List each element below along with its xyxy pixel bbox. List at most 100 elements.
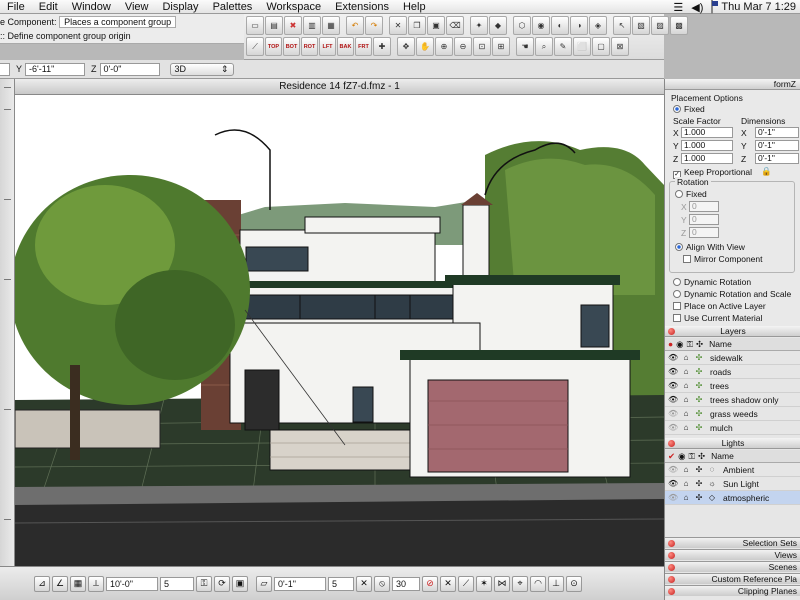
refresh-icon[interactable]: ⟳ — [214, 575, 230, 592]
tool-handle[interactable] — [4, 87, 11, 88]
menu-display[interactable]: Display — [155, 0, 205, 14]
rotation-fixed-radio[interactable]: Fixed — [675, 189, 707, 199]
eye-icon[interactable]: 👁 — [668, 381, 678, 390]
view-front-button[interactable]: FRT — [355, 37, 372, 56]
custom-reference-palette[interactable]: Custom Reference Pla — [665, 573, 800, 584]
menubar-clock[interactable]: Thu Mar 7 1:29 — [721, 1, 796, 13]
zoom-window-icon[interactable]: ⊡ — [473, 37, 491, 56]
eye-icon[interactable]: 👁 — [668, 367, 678, 376]
render-sky-icon[interactable]: ◈ — [589, 16, 607, 35]
place-on-active-layer-checkbox[interactable]: Place on Active Layer — [673, 301, 766, 311]
lock-icon[interactable]: ⚿ — [196, 575, 212, 592]
layer-row[interactable]: 👁 ⌂ ✣ sidewalk — [665, 351, 800, 365]
dynamic-rotation-radio[interactable]: Dynamic Rotation — [673, 277, 751, 287]
volume-icon[interactable]: ◀) — [691, 1, 703, 14]
grid-snap-icon[interactable]: ▦ — [70, 575, 86, 592]
perspective-icon[interactable]: ⟋ — [246, 37, 264, 56]
selection-sets-palette[interactable]: Selection Sets — [665, 537, 800, 548]
tool-handle[interactable] — [4, 279, 11, 280]
light-row[interactable]: 👁 ⌂ ✣ ☼ Sun Light — [665, 477, 800, 491]
close-dot-icon[interactable] — [668, 540, 675, 547]
viewport-render[interactable] — [15, 95, 664, 566]
grid-icon[interactable]: ▩ — [670, 16, 688, 35]
no-snap-icon[interactable]: ⊘ — [422, 575, 438, 592]
search-icon[interactable]: ⌕ — [535, 37, 553, 56]
arc-snap-icon[interactable]: ◠ — [530, 575, 546, 592]
lock-icon[interactable]: 🔒 — [761, 166, 772, 177]
view-left-button[interactable]: LFT — [319, 37, 336, 56]
orbit-icon[interactable]: ✥ — [397, 37, 415, 56]
eye-icon[interactable]: 👁 — [668, 465, 678, 474]
view-bottom-button[interactable]: BOT — [283, 37, 300, 56]
snap-count-field[interactable]: 5 — [328, 576, 354, 591]
lock-open-icon[interactable]: ⌂ — [681, 367, 691, 376]
layer-row[interactable]: 👁 ⌂ ✣ grass weeds — [665, 407, 800, 421]
snap-icon[interactable]: ✣ — [694, 381, 704, 390]
cut-icon[interactable]: ✕ — [389, 16, 407, 35]
close-dot-icon[interactable] — [668, 564, 675, 571]
polar-icon[interactable]: ⦸ — [374, 575, 390, 592]
render-shade-icon[interactable]: ◉ — [532, 16, 550, 35]
scale-y-field[interactable]: 1.000 — [681, 140, 733, 151]
settings-icon[interactable]: ▦ — [322, 16, 340, 35]
use-current-material-checkbox[interactable]: Use Current Material — [673, 313, 762, 323]
snap-icon[interactable]: ✣ — [694, 409, 704, 418]
box-x-icon[interactable]: ⊠ — [611, 37, 629, 56]
line-snap-icon[interactable]: ⟋ — [458, 575, 474, 592]
rot-y-field[interactable]: 0 — [689, 214, 719, 225]
lock-open-icon[interactable]: ⌂ — [681, 381, 691, 390]
lock-open-icon[interactable]: ⌂ — [681, 409, 691, 418]
view-rotate-button[interactable]: ROT — [301, 37, 318, 56]
magnet-icon[interactable]: ⌖ — [512, 575, 528, 592]
tool-handle[interactable] — [4, 519, 11, 520]
walk-icon[interactable]: ✚ — [373, 37, 391, 56]
render-smooth-icon[interactable]: ◐ — [551, 16, 569, 35]
z-coordinate-field[interactable]: 0'-0" — [99, 62, 160, 76]
mesh-icon[interactable]: ▨ — [651, 16, 669, 35]
close-dot-icon[interactable] — [668, 588, 675, 595]
layer-row[interactable]: 👁 ⌂ ✣ trees — [665, 379, 800, 393]
render-final-icon[interactable]: ◑ — [570, 16, 588, 35]
y-coordinate-field[interactable]: -6'-11" — [25, 62, 86, 76]
grid-size-field[interactable]: 10'-0" — [106, 576, 158, 591]
tool-handle[interactable] — [4, 199, 11, 200]
save-icon[interactable]: ▤ — [265, 16, 283, 35]
view-back-button[interactable]: BAK — [337, 37, 354, 56]
tangent-snap-icon[interactable]: ⊙ — [566, 575, 582, 592]
render-wire-icon[interactable]: ⬡ — [513, 16, 531, 35]
scale-x-field[interactable]: 1.000 — [681, 127, 733, 138]
open-icon[interactable]: ▭ — [246, 16, 264, 35]
edit-view-icon[interactable]: ✎ — [554, 37, 572, 56]
frame-icon[interactable]: ▢ — [592, 37, 610, 56]
align-with-view-radio[interactable]: Align With View — [675, 242, 745, 252]
lock-open-icon[interactable]: ⌂ — [681, 465, 691, 474]
copy-icon[interactable]: ❐ — [408, 16, 426, 35]
snap-distance-field[interactable]: 0'-1" — [274, 576, 326, 591]
snap-icon[interactable]: ✣ — [694, 367, 704, 376]
redo-icon[interactable]: ↷ — [365, 16, 383, 35]
lock-open-icon[interactable]: ⌂ — [681, 423, 691, 432]
center-snap-icon[interactable]: ✶ — [476, 575, 492, 592]
dim-x-field[interactable]: 0'-1" — [755, 127, 799, 138]
eye-icon[interactable]: 👁 — [668, 395, 678, 404]
snap-icon[interactable]: ✣ — [694, 395, 704, 404]
zoom-out-icon[interactable]: ⊖ — [454, 37, 472, 56]
snap-icon[interactable]: ✣ — [694, 423, 704, 432]
layer-row[interactable]: 👁 ⌂ ✣ roads — [665, 365, 800, 379]
zoom-in-icon[interactable]: ⊕ — [435, 37, 453, 56]
pan-icon[interactable]: ✋ — [416, 37, 434, 56]
scale-z-field[interactable]: 1.000 — [681, 153, 733, 164]
close-file-icon[interactable]: ✖ — [284, 16, 302, 35]
snap-icon[interactable]: ⊿ — [34, 575, 50, 592]
view-cube-icon[interactable]: ⬜ — [573, 37, 591, 56]
undo-icon[interactable]: ↶ — [346, 16, 364, 35]
eye-hidden-icon[interactable]: 👁 — [668, 423, 678, 432]
eye-icon[interactable]: 👁 — [668, 479, 678, 488]
component-icon[interactable]: ▧ — [632, 16, 650, 35]
grid-divisions-field[interactable]: 5 — [160, 576, 194, 591]
fixed-radio[interactable]: Fixed — [673, 104, 705, 114]
scenes-palette[interactable]: Scenes — [665, 561, 800, 572]
print-icon[interactable]: ▥ — [303, 16, 321, 35]
plane-icon[interactable]: ▱ — [256, 575, 272, 592]
lock-open-icon[interactable]: ⌂ — [681, 479, 691, 488]
